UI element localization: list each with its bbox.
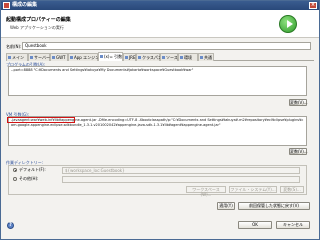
name-input[interactable]: Questbook — [22, 42, 311, 50]
file-system-button[interactable]: ファイル・システム(Y)... — [229, 186, 277, 193]
window-title: 構成の編集 — [12, 2, 38, 8]
title-bar: 構成の編集 × — [1, 1, 319, 10]
other-radio-label: その他(H): — [19, 176, 39, 181]
name-label: 名前(N): — [6, 44, 22, 49]
help-icon[interactable]: ? — [7, 222, 14, 229]
tab-arguments[interactable]: (x)= 引数 — [98, 52, 123, 61]
default-radio[interactable] — [13, 168, 17, 172]
tab-bar: メイン サーバー GWT App エンジン (x)= 引数 JRE クラスパス … — [6, 52, 314, 61]
tab-environment[interactable]: 環境 — [178, 53, 198, 61]
close-icon[interactable]: × — [309, 2, 317, 9]
program-args-textarea[interactable]: --port=8888 "C:¥Documents and Settings¥t… — [8, 66, 307, 96]
cancel-button[interactable]: キャンセル — [276, 221, 310, 229]
tab-source[interactable]: ソース — [160, 53, 178, 61]
edit-configuration-dialog: 構成の編集 × 起動構成プロパティーの編集 Web アプリケーションの実行 名前… — [0, 0, 320, 240]
app-icon — [3, 2, 10, 9]
dialog-header: 起動構成プロパティーの編集 Web アプリケーションの実行 — [1, 10, 319, 38]
tab-classpath[interactable]: クラスパス — [136, 53, 162, 61]
other-dir-input — [62, 176, 300, 183]
tab-app-engine[interactable]: App エンジン — [68, 53, 99, 61]
workspace-button[interactable]: ワークスペース(W)... — [186, 186, 226, 197]
variables-button[interactable]: 変数(S)... — [280, 186, 304, 193]
revert-button[interactable]: 前回保管した状態に戻す(V) — [238, 202, 310, 210]
dialog-subtitle: Web アプリケーションの実行 — [10, 25, 64, 30]
tab-jre[interactable]: JRE — [123, 53, 136, 61]
tab-common[interactable]: 共通 — [198, 53, 214, 61]
tab-gwt[interactable]: GWT — [50, 53, 68, 61]
vm-args-variables-button[interactable]: 変数(V)... — [289, 148, 308, 155]
default-radio-label: デフォルト(F): — [19, 167, 46, 172]
tab-main[interactable]: メイン — [6, 53, 28, 61]
other-radio[interactable] — [13, 177, 17, 181]
program-args-variables-button[interactable]: 変数(V)... — [289, 99, 308, 106]
apply-button[interactable]: 適用(Y) — [217, 202, 235, 210]
tab-server[interactable]: サーバー — [28, 53, 50, 61]
run-icon — [279, 15, 297, 33]
default-dir-input: ${workspace_loc:Guestbook} — [62, 167, 300, 174]
dialog-title: 起動構成プロパティーの編集 — [6, 17, 71, 23]
vm-args-highlight-box — [7, 117, 75, 123]
ok-button[interactable]: OK — [238, 221, 272, 229]
